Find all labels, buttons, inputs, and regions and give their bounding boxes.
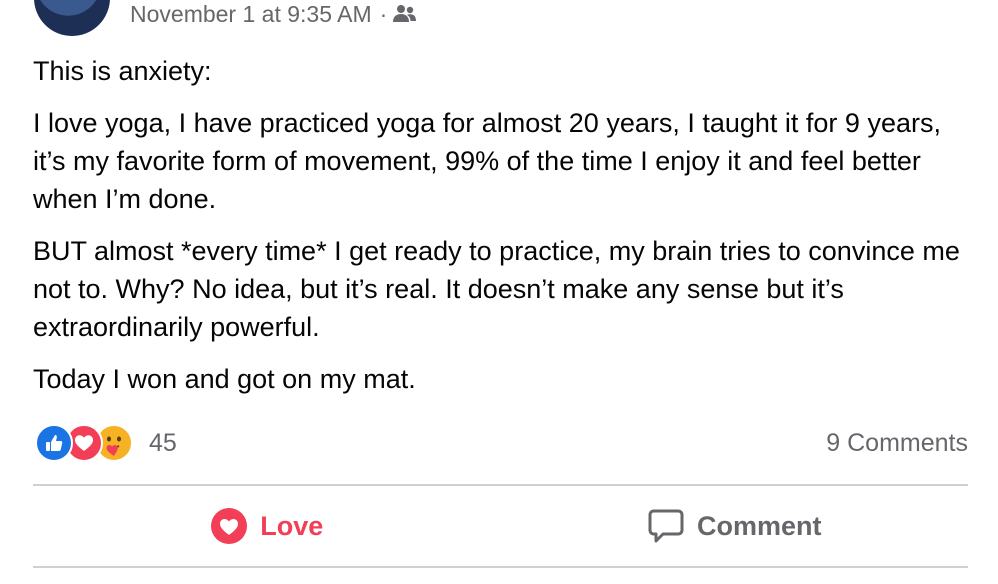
love-icon [210,507,248,545]
love-button[interactable]: Love [33,488,501,564]
post-timestamp[interactable]: November 1 at 9:35 AM [130,1,372,28]
comment-button[interactable]: Comment [501,488,969,564]
post-meta: November 1 at 9:35 AM · [130,0,417,28]
reactions-bar: 45 9 Comments [35,424,968,462]
comment-icon [647,508,685,544]
divider [33,566,968,568]
comments-count[interactable]: 9 Comments [826,429,968,458]
love-button-label: Love [260,510,324,541]
post-paragraph: BUT almost *every time* I get ready to p… [33,236,960,342]
post-paragraph: Today I won and got on my mat. [33,364,416,394]
comment-button-label: Comment [696,510,822,541]
post-body: This is anxiety: I love yoga, I have pra… [33,52,973,412]
reaction-summary[interactable]: 45 [35,424,177,462]
action-bar: Love Comment [33,488,968,564]
post-paragraph: I love yoga, I have practiced yoga for a… [33,108,941,214]
reaction-count: 45 [149,428,177,457]
friends-icon[interactable] [393,4,417,24]
meta-separator: · [379,0,388,27]
like-icon [35,424,73,462]
post-paragraph: This is anxiety: [33,56,212,86]
avatar[interactable] [34,0,110,36]
divider [33,484,968,486]
